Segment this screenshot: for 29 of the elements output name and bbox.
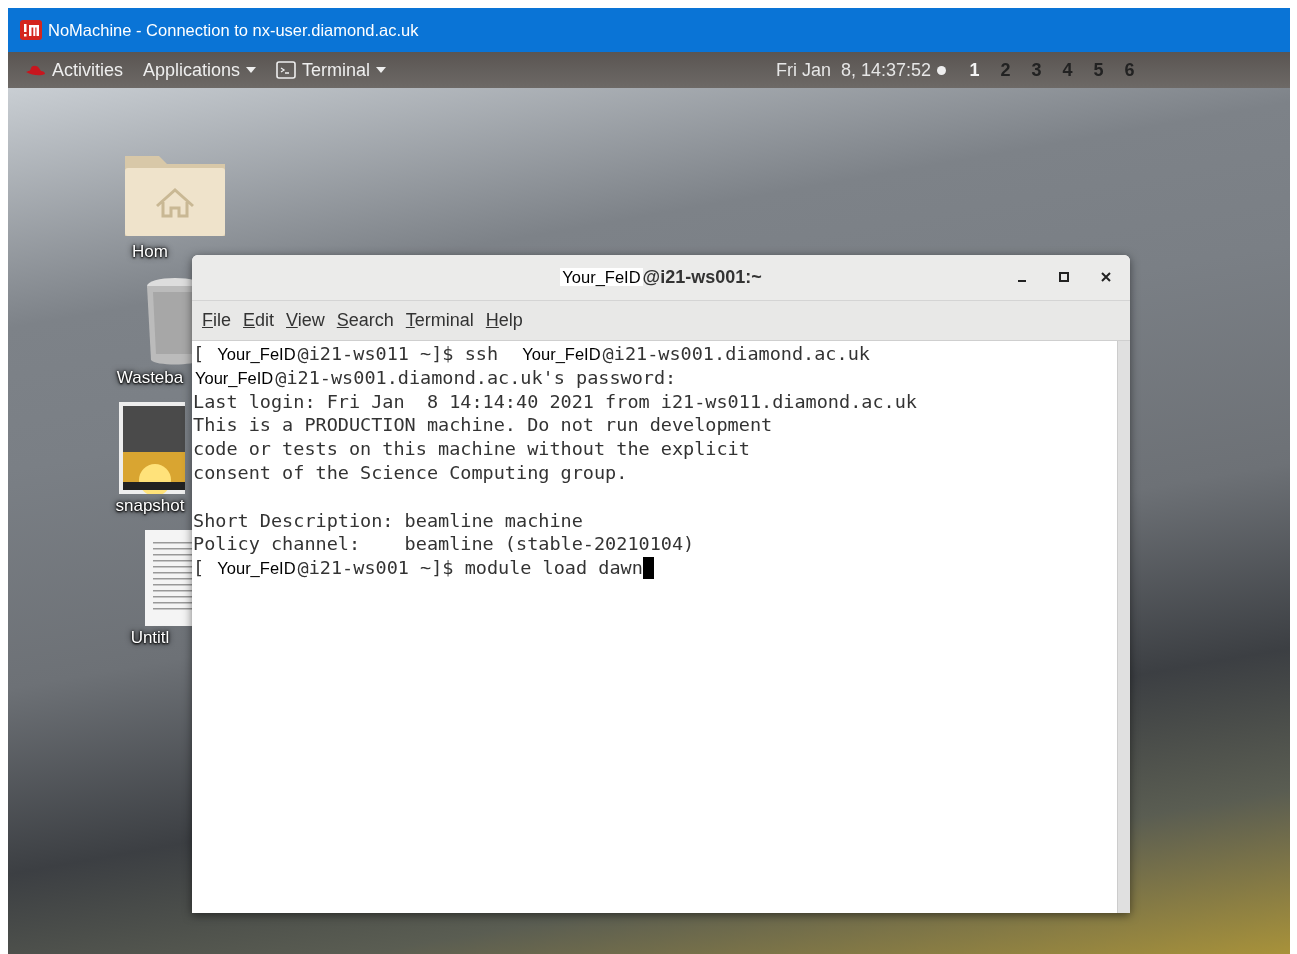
desktop-icon-label[interactable]: Untitl	[130, 628, 170, 648]
app-logo-icon	[20, 20, 42, 40]
maximize-icon	[1059, 272, 1069, 282]
hat-icon	[24, 63, 46, 77]
menu-item[interactable]: File	[198, 306, 235, 335]
menu-item[interactable]: Help	[481, 306, 527, 335]
terminal-app-menu[interactable]: Terminal	[270, 52, 401, 88]
menu-item[interactable]: Search	[332, 306, 398, 335]
desktop-icon-label[interactable]: Wasteba	[116, 368, 184, 388]
terminal-icon	[276, 61, 297, 79]
activities-button[interactable]: Activities	[18, 52, 137, 88]
close-icon	[1101, 272, 1111, 282]
notification-dot-icon	[937, 65, 946, 75]
menu-item[interactable]: Edit	[239, 306, 279, 335]
desktop-icon-label[interactable]: snapshot	[115, 496, 185, 516]
menu-item[interactable]: View	[282, 306, 329, 335]
workspace-button[interactable]: 1	[960, 59, 989, 81]
caret-icon	[246, 67, 257, 73]
terminal-title: Your_FeID@i21-ws001:~	[560, 267, 762, 288]
window-title: NoMachine - Connection to nx-user.diamond.ac.uk	[48, 20, 419, 40]
caret-icon	[376, 67, 387, 73]
image-thumbnail-icon	[119, 402, 185, 494]
scrollbar[interactable]	[1117, 341, 1130, 913]
applications-menu[interactable]: Applications	[137, 52, 271, 88]
terminal-output: [ Your_FeID@i21-ws011 ~]$ ssh Your_FeID@i21-ws001.diamond.ac.uk Your_FeID@i21-ws001.diamond.ac.uk's password: Last login: Fri Jan 8 14:14:40 2021 from i21-ws011.diamond.ac.uk This is a PRODUCTION machine. Do not run development code or tests on this machine without the explicit consent of the Science Computing group. Short Description: beamline machine Policy channel: beamline (stable-20210104) [ Your_FeID@i21-ws001 ~]$ module load dawn	[192, 342, 918, 582]
minimize-icon	[1018, 280, 1026, 282]
clock-button[interactable]: Fri Jan 8, 14:37:52	[769, 52, 960, 88]
desktop-icon-label[interactable]: Hom	[132, 242, 168, 262]
menu-item[interactable]: Terminal	[401, 306, 478, 335]
